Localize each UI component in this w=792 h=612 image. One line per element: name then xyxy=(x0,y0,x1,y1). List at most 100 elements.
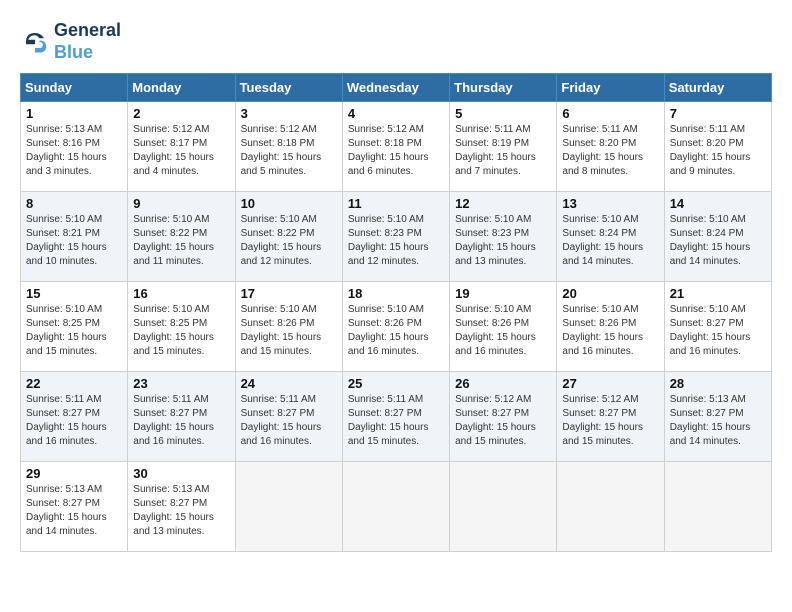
day-info: Sunrise: 5:10 AM Sunset: 8:23 PM Dayligh… xyxy=(455,213,551,269)
sunset-label: Sunset: 8:27 PM xyxy=(670,318,744,329)
sunrise-label: Sunrise: 5:10 AM xyxy=(26,214,102,225)
day-info: Sunrise: 5:10 AM Sunset: 8:21 PM Dayligh… xyxy=(26,213,122,269)
day-number: 14 xyxy=(670,196,766,211)
day-number: 23 xyxy=(133,376,229,391)
sunrise-label: Sunrise: 5:10 AM xyxy=(348,214,424,225)
weekday-header-friday: Friday xyxy=(557,74,664,102)
daylight-label: Daylight: 15 hours and 15 minutes. xyxy=(133,332,214,357)
sunset-label: Sunset: 8:27 PM xyxy=(26,408,100,419)
sunset-label: Sunset: 8:23 PM xyxy=(455,228,529,239)
daylight-label: Daylight: 15 hours and 14 minutes. xyxy=(670,422,751,447)
logo-icon xyxy=(20,27,50,57)
daylight-label: Daylight: 15 hours and 16 minutes. xyxy=(348,332,429,357)
day-info: Sunrise: 5:10 AM Sunset: 8:22 PM Dayligh… xyxy=(241,213,337,269)
sunset-label: Sunset: 8:24 PM xyxy=(562,228,636,239)
day-number: 28 xyxy=(670,376,766,391)
day-number: 24 xyxy=(241,376,337,391)
day-info: Sunrise: 5:10 AM Sunset: 8:24 PM Dayligh… xyxy=(562,213,658,269)
daylight-label: Daylight: 15 hours and 16 minutes. xyxy=(26,422,107,447)
day-number: 20 xyxy=(562,286,658,301)
day-number: 19 xyxy=(455,286,551,301)
sunrise-label: Sunrise: 5:10 AM xyxy=(241,214,317,225)
sunrise-label: Sunrise: 5:10 AM xyxy=(348,304,424,315)
calendar-cell: 19 Sunrise: 5:10 AM Sunset: 8:26 PM Dayl… xyxy=(450,282,557,372)
day-number: 9 xyxy=(133,196,229,211)
calendar-cell xyxy=(235,462,342,552)
day-info: Sunrise: 5:10 AM Sunset: 8:26 PM Dayligh… xyxy=(241,303,337,359)
sunset-label: Sunset: 8:27 PM xyxy=(670,408,744,419)
day-number: 27 xyxy=(562,376,658,391)
sunset-label: Sunset: 8:16 PM xyxy=(26,138,100,149)
sunset-label: Sunset: 8:27 PM xyxy=(241,408,315,419)
day-info: Sunrise: 5:10 AM Sunset: 8:26 PM Dayligh… xyxy=(348,303,444,359)
calendar-cell: 10 Sunrise: 5:10 AM Sunset: 8:22 PM Dayl… xyxy=(235,192,342,282)
daylight-label: Daylight: 15 hours and 14 minutes. xyxy=(562,242,643,267)
sunrise-label: Sunrise: 5:11 AM xyxy=(348,394,423,405)
sunset-label: Sunset: 8:27 PM xyxy=(133,408,207,419)
sunrise-label: Sunrise: 5:10 AM xyxy=(670,214,746,225)
sunrise-label: Sunrise: 5:13 AM xyxy=(26,484,102,495)
daylight-label: Daylight: 15 hours and 13 minutes. xyxy=(455,242,536,267)
logo: General Blue xyxy=(20,20,121,63)
calendar-cell: 29 Sunrise: 5:13 AM Sunset: 8:27 PM Dayl… xyxy=(21,462,128,552)
sunrise-label: Sunrise: 5:10 AM xyxy=(562,304,638,315)
calendar-cell: 26 Sunrise: 5:12 AM Sunset: 8:27 PM Dayl… xyxy=(450,372,557,462)
calendar-cell: 23 Sunrise: 5:11 AM Sunset: 8:27 PM Dayl… xyxy=(128,372,235,462)
day-info: Sunrise: 5:10 AM Sunset: 8:23 PM Dayligh… xyxy=(348,213,444,269)
day-info: Sunrise: 5:11 AM Sunset: 8:20 PM Dayligh… xyxy=(562,123,658,179)
day-number: 22 xyxy=(26,376,122,391)
day-info: Sunrise: 5:10 AM Sunset: 8:27 PM Dayligh… xyxy=(670,303,766,359)
sunset-label: Sunset: 8:27 PM xyxy=(455,408,529,419)
daylight-label: Daylight: 15 hours and 15 minutes. xyxy=(26,332,107,357)
daylight-label: Daylight: 15 hours and 6 minutes. xyxy=(348,152,429,177)
calendar-cell: 12 Sunrise: 5:10 AM Sunset: 8:23 PM Dayl… xyxy=(450,192,557,282)
calendar-header-row: SundayMondayTuesdayWednesdayThursdayFrid… xyxy=(21,74,772,102)
daylight-label: Daylight: 15 hours and 15 minutes. xyxy=(562,422,643,447)
day-info: Sunrise: 5:12 AM Sunset: 8:27 PM Dayligh… xyxy=(455,393,551,449)
day-number: 17 xyxy=(241,286,337,301)
day-number: 29 xyxy=(26,466,122,481)
day-info: Sunrise: 5:11 AM Sunset: 8:27 PM Dayligh… xyxy=(241,393,337,449)
logo-text: General Blue xyxy=(54,20,121,63)
day-number: 30 xyxy=(133,466,229,481)
day-number: 2 xyxy=(133,106,229,121)
calendar-cell: 7 Sunrise: 5:11 AM Sunset: 8:20 PM Dayli… xyxy=(664,102,771,192)
day-number: 15 xyxy=(26,286,122,301)
calendar-cell: 13 Sunrise: 5:10 AM Sunset: 8:24 PM Dayl… xyxy=(557,192,664,282)
daylight-label: Daylight: 15 hours and 14 minutes. xyxy=(26,512,107,537)
day-info: Sunrise: 5:10 AM Sunset: 8:26 PM Dayligh… xyxy=(562,303,658,359)
day-number: 10 xyxy=(241,196,337,211)
daylight-label: Daylight: 15 hours and 5 minutes. xyxy=(241,152,322,177)
sunset-label: Sunset: 8:23 PM xyxy=(348,228,422,239)
sunset-label: Sunset: 8:27 PM xyxy=(562,408,636,419)
sunrise-label: Sunrise: 5:10 AM xyxy=(455,214,531,225)
sunrise-label: Sunrise: 5:11 AM xyxy=(26,394,101,405)
day-number: 18 xyxy=(348,286,444,301)
daylight-label: Daylight: 15 hours and 15 minutes. xyxy=(455,422,536,447)
sunset-label: Sunset: 8:17 PM xyxy=(133,138,207,149)
calendar-cell: 27 Sunrise: 5:12 AM Sunset: 8:27 PM Dayl… xyxy=(557,372,664,462)
day-number: 13 xyxy=(562,196,658,211)
day-number: 25 xyxy=(348,376,444,391)
sunrise-label: Sunrise: 5:12 AM xyxy=(562,394,638,405)
sunrise-label: Sunrise: 5:10 AM xyxy=(455,304,531,315)
day-number: 7 xyxy=(670,106,766,121)
sunrise-label: Sunrise: 5:12 AM xyxy=(241,124,317,135)
calendar-cell: 30 Sunrise: 5:13 AM Sunset: 8:27 PM Dayl… xyxy=(128,462,235,552)
daylight-label: Daylight: 15 hours and 16 minutes. xyxy=(562,332,643,357)
calendar-cell: 1 Sunrise: 5:13 AM Sunset: 8:16 PM Dayli… xyxy=(21,102,128,192)
calendar-cell xyxy=(557,462,664,552)
sunrise-label: Sunrise: 5:13 AM xyxy=(133,484,209,495)
sunset-label: Sunset: 8:26 PM xyxy=(455,318,529,329)
sunset-label: Sunset: 8:27 PM xyxy=(26,498,100,509)
sunset-label: Sunset: 8:25 PM xyxy=(133,318,207,329)
day-number: 5 xyxy=(455,106,551,121)
calendar-week-row: 1 Sunrise: 5:13 AM Sunset: 8:16 PM Dayli… xyxy=(21,102,772,192)
day-info: Sunrise: 5:11 AM Sunset: 8:20 PM Dayligh… xyxy=(670,123,766,179)
calendar-cell: 11 Sunrise: 5:10 AM Sunset: 8:23 PM Dayl… xyxy=(342,192,449,282)
daylight-label: Daylight: 15 hours and 4 minutes. xyxy=(133,152,214,177)
calendar-cell: 3 Sunrise: 5:12 AM Sunset: 8:18 PM Dayli… xyxy=(235,102,342,192)
daylight-label: Daylight: 15 hours and 12 minutes. xyxy=(241,242,322,267)
sunset-label: Sunset: 8:19 PM xyxy=(455,138,529,149)
daylight-label: Daylight: 15 hours and 8 minutes. xyxy=(562,152,643,177)
